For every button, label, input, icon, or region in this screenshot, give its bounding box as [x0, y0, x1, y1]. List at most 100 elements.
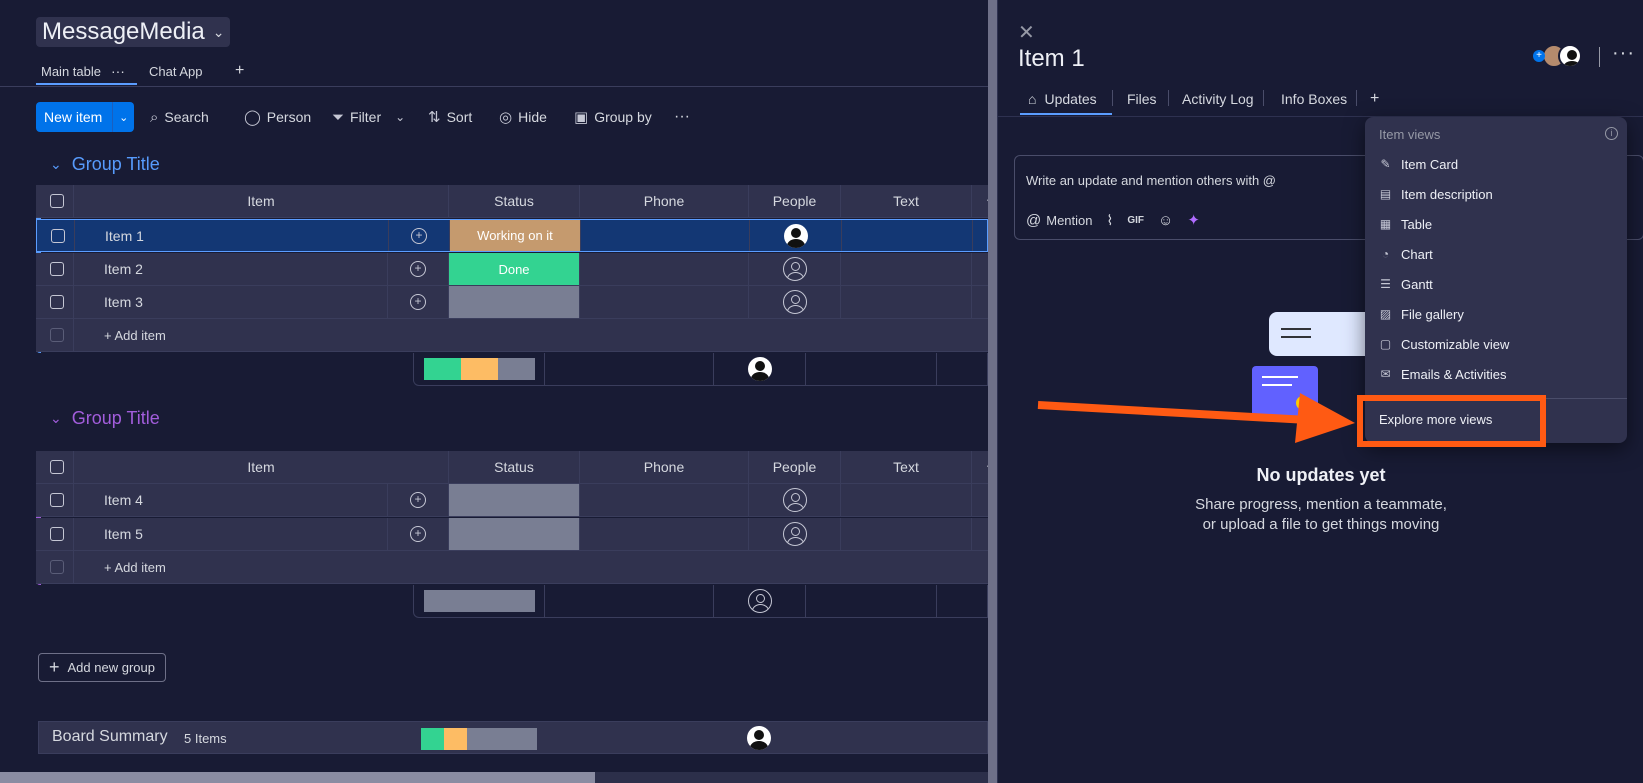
table-row[interactable]: Item 3 +: [36, 286, 988, 319]
item-name[interactable]: Item 1: [75, 220, 389, 251]
status-cell[interactable]: Done: [449, 253, 580, 285]
chevron-down-icon[interactable]: ⌄: [50, 410, 62, 427]
menu-item-table[interactable]: ▦ Table: [1379, 213, 1432, 235]
filter-button[interactable]: ⏷ Filter ⌄: [332, 104, 405, 130]
add-item-input[interactable]: + Add item: [74, 319, 988, 351]
status-cell[interactable]: [449, 286, 580, 318]
gif-button[interactable]: GIF: [1127, 215, 1144, 226]
text-cell[interactable]: [841, 484, 972, 516]
column-header-status[interactable]: Status: [449, 451, 580, 483]
add-update-icon[interactable]: +: [410, 261, 426, 277]
row-checkbox[interactable]: [51, 228, 65, 243]
group-title[interactable]: Group Title: [72, 154, 160, 175]
column-header-phone[interactable]: Phone: [580, 451, 749, 483]
text-cell[interactable]: [842, 220, 973, 251]
text-cell[interactable]: [841, 286, 972, 318]
people-cell[interactable]: [749, 286, 841, 318]
status-cell[interactable]: Working on it: [450, 220, 581, 251]
group-title[interactable]: Group Title: [72, 408, 160, 429]
select-all-checkbox[interactable]: [50, 194, 64, 208]
add-item-row[interactable]: + Add item: [36, 551, 988, 584]
add-column-button[interactable]: +: [972, 451, 988, 483]
add-subscriber-icon[interactable]: +: [1533, 50, 1545, 62]
search-button[interactable]: ⌕ Search: [150, 104, 209, 130]
update-input-placeholder[interactable]: Write an update and mention others with …: [1026, 173, 1276, 188]
horizontal-scrollbar-thumb[interactable]: [0, 772, 595, 783]
tab-updates[interactable]: ⌂ Updates: [1028, 85, 1097, 113]
text-cell[interactable]: [841, 253, 972, 285]
phone-cell[interactable]: [580, 484, 749, 516]
board-title[interactable]: MessageMedia ⌄: [36, 17, 231, 47]
item-name[interactable]: Item 5: [74, 518, 388, 550]
menu-item-chart[interactable]: ◔ Chart: [1379, 243, 1433, 265]
vertical-scrollbar[interactable]: [988, 0, 997, 783]
people-cell[interactable]: [749, 518, 841, 550]
phone-cell[interactable]: [580, 253, 749, 285]
table-row[interactable]: Item 4 +: [36, 484, 988, 517]
sort-button[interactable]: ⇅ Sort: [428, 104, 472, 130]
add-new-group-button[interactable]: + Add new group: [38, 653, 166, 682]
update-cell[interactable]: +: [389, 220, 450, 251]
add-view-button[interactable]: +: [235, 58, 244, 84]
group-header[interactable]: ⌄ Group Title: [50, 152, 160, 176]
phone-cell[interactable]: [580, 518, 749, 550]
column-header-people[interactable]: People: [749, 185, 841, 217]
status-cell[interactable]: [449, 518, 580, 550]
update-cell[interactable]: +: [388, 253, 449, 285]
update-cell[interactable]: +: [388, 484, 449, 516]
more-options-button[interactable]: ···: [674, 104, 690, 130]
column-header-people[interactable]: People: [749, 451, 841, 483]
close-icon[interactable]: ✕: [1018, 20, 1035, 45]
text-cell[interactable]: [841, 518, 972, 550]
select-all-checkbox[interactable]: [50, 460, 64, 474]
tab-chat-app[interactable]: Chat App: [149, 58, 203, 84]
update-cell[interactable]: +: [388, 518, 449, 550]
attachment-icon[interactable]: ⌇: [1106, 212, 1113, 229]
add-item-row[interactable]: + Add item: [36, 319, 988, 352]
people-cell[interactable]: [749, 484, 841, 516]
chevron-down-icon[interactable]: ⌄: [395, 110, 405, 124]
emoji-icon[interactable]: ☺: [1158, 212, 1173, 229]
add-column-button[interactable]: +: [972, 185, 988, 217]
chevron-down-icon[interactable]: ⌄: [213, 24, 225, 41]
tab-info-boxes[interactable]: Info Boxes: [1281, 85, 1347, 113]
table-row[interactable]: Item 1 + Working on it: [36, 219, 988, 252]
people-cell[interactable]: [750, 220, 842, 251]
tab-main-table[interactable]: Main table ···: [41, 58, 125, 84]
add-update-icon[interactable]: +: [410, 526, 426, 542]
group-by-button[interactable]: ▣ Group by: [574, 104, 652, 130]
column-header-text[interactable]: Text: [841, 451, 972, 483]
add-update-icon[interactable]: +: [410, 492, 426, 508]
menu-item-item-description[interactable]: ▤ Item description: [1379, 183, 1493, 205]
item-name[interactable]: Item 3: [74, 286, 388, 318]
tab-menu-icon[interactable]: ···: [111, 63, 125, 79]
update-cell[interactable]: +: [388, 286, 449, 318]
table-row[interactable]: Item 5 +: [36, 518, 988, 551]
hide-button[interactable]: ◎ Hide: [499, 104, 547, 130]
people-cell[interactable]: [749, 253, 841, 285]
new-item-button[interactable]: New item ⌄: [36, 102, 134, 132]
subscribers[interactable]: +: [1533, 44, 1582, 68]
column-header-text[interactable]: Text: [841, 185, 972, 217]
info-icon[interactable]: i: [1605, 127, 1618, 140]
menu-item-file-gallery[interactable]: ▨ File gallery: [1379, 303, 1464, 325]
item-name[interactable]: Item 4: [74, 484, 388, 516]
column-header-item[interactable]: Item: [74, 185, 449, 217]
add-tab-button[interactable]: +: [1370, 85, 1379, 113]
add-item-input[interactable]: + Add item: [74, 551, 988, 583]
status-cell[interactable]: [449, 484, 580, 516]
row-checkbox[interactable]: [50, 295, 64, 309]
phone-cell[interactable]: [581, 220, 750, 251]
menu-item-gantt[interactable]: ☰ Gantt: [1379, 273, 1433, 295]
person-filter-button[interactable]: ◯ Person: [244, 104, 311, 130]
column-header-phone[interactable]: Phone: [580, 185, 749, 217]
row-checkbox[interactable]: [50, 493, 64, 507]
add-update-icon[interactable]: +: [411, 227, 427, 244]
row-checkbox[interactable]: [50, 527, 64, 541]
item-name[interactable]: Item 2: [74, 253, 388, 285]
mention-button[interactable]: @ Mention: [1026, 212, 1092, 229]
column-header-item[interactable]: Item: [74, 451, 449, 483]
row-checkbox[interactable]: [50, 262, 64, 276]
menu-item-item-card[interactable]: ✎ Item Card: [1379, 153, 1458, 175]
phone-cell[interactable]: [580, 286, 749, 318]
